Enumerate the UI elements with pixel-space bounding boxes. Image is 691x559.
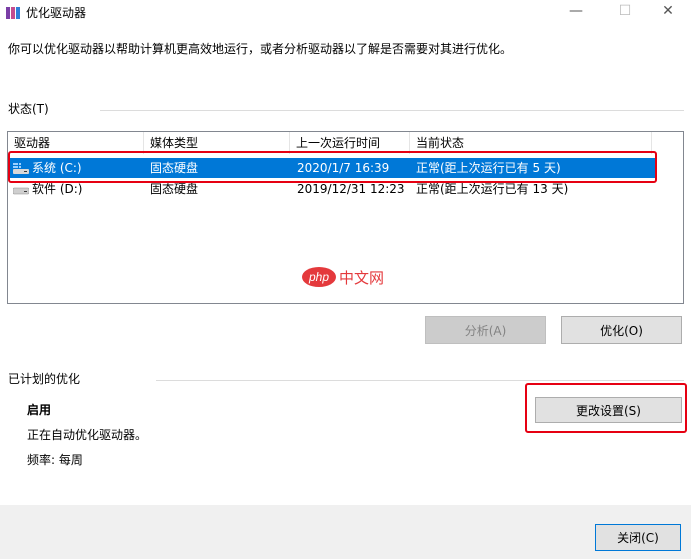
schedule-info: 正在自动优化驱动器。: [27, 428, 148, 442]
status-group-label: 状态(T): [8, 102, 49, 116]
status-group-divider: [100, 110, 684, 111]
watermark-site-text: 中文网: [339, 269, 384, 287]
change-settings-button[interactable]: 更改设置(S): [535, 397, 682, 423]
close-button[interactable]: 关闭(C): [595, 524, 681, 551]
minimize-icon[interactable]: —: [553, 0, 599, 24]
footer-bar: [0, 505, 691, 559]
defrag-app-icon: [6, 7, 20, 19]
drive-icon: [13, 187, 29, 195]
schedule-frequency: 频率: 每周: [27, 453, 83, 467]
scheduled-group-divider: [156, 380, 684, 381]
window-title: 优化驱动器: [26, 6, 87, 20]
analyze-button[interactable]: 分析(A): [425, 316, 546, 344]
scheduled-group-label: 已计划的优化: [8, 372, 81, 386]
maximize-icon[interactable]: ☐: [602, 0, 648, 24]
php-watermark-logo: php 中文网: [302, 267, 384, 287]
close-window-icon[interactable]: ✕: [645, 0, 691, 24]
description-text: 你可以优化驱动器以帮助计算机更高效地运行，或者分析驱动器以了解是否需要对其进行优…: [8, 42, 513, 56]
optimize-button[interactable]: 优化(O): [561, 316, 682, 344]
schedule-state: 启用: [27, 403, 52, 417]
watermark-logo-text: php: [308, 270, 329, 284]
row-highlight-box: [8, 151, 657, 183]
title-bar[interactable]: 优化驱动器 — ☐ ✕: [0, 0, 691, 28]
